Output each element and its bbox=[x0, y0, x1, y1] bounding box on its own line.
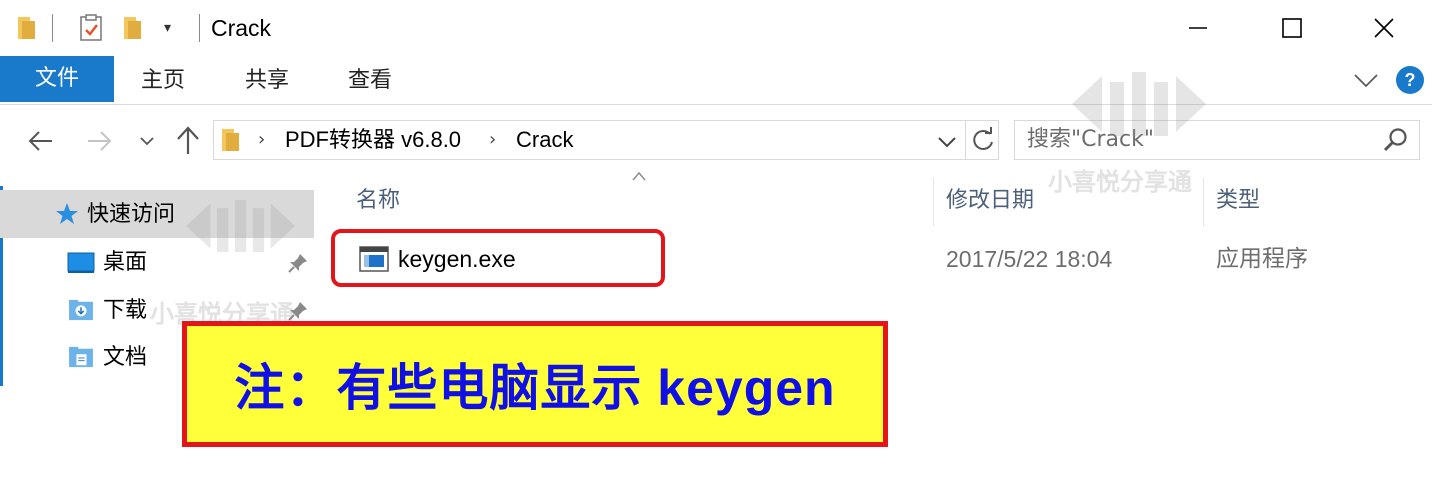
folder-icon bbox=[18, 17, 35, 39]
nav-item-desktop[interactable]: 桌面 bbox=[103, 247, 147, 279]
column-header-modified[interactable]: 修改日期 bbox=[946, 185, 1034, 217]
nav-item-downloads[interactable]: 下载 bbox=[103, 295, 147, 327]
chevron-down-icon[interactable] bbox=[138, 130, 156, 152]
tab-file[interactable]: 文件 bbox=[0, 56, 114, 102]
toolbar-divider bbox=[52, 14, 53, 42]
up-arrow-icon[interactable] bbox=[173, 124, 203, 158]
minimize-icon bbox=[1189, 27, 1207, 29]
tab-share[interactable]: 共享 bbox=[245, 56, 289, 104]
close-button[interactable] bbox=[1360, 6, 1408, 50]
window-title: Crack bbox=[211, 15, 272, 41]
star-icon bbox=[56, 203, 78, 224]
file-type: 应用程序 bbox=[1216, 246, 1308, 272]
forward-arrow-icon[interactable] bbox=[84, 126, 114, 156]
help-button[interactable]: ? bbox=[1396, 66, 1424, 94]
tab-home[interactable]: 主页 bbox=[141, 56, 185, 104]
documents-icon bbox=[69, 346, 93, 368]
column-divider[interactable] bbox=[933, 178, 934, 226]
file-modified-date: 2017/5/22 18:04 bbox=[946, 246, 1113, 272]
nav-item-label[interactable]: 快速访问 bbox=[87, 199, 175, 231]
properties-icon[interactable] bbox=[79, 14, 103, 42]
quick-access-dropdown[interactable]: ▾ bbox=[164, 16, 180, 40]
nav-item-documents[interactable]: 文档 bbox=[103, 342, 147, 374]
desktop-icon bbox=[67, 252, 95, 273]
refresh-button[interactable] bbox=[965, 121, 1000, 159]
breadcrumb-segment[interactable]: Crack bbox=[516, 124, 573, 156]
watermark-text: 小喜悦分享通 bbox=[1048, 168, 1192, 196]
back-arrow-icon[interactable] bbox=[26, 126, 56, 156]
watermark-logo bbox=[186, 200, 295, 252]
minimize-button[interactable] bbox=[1174, 6, 1222, 50]
new-folder-icon[interactable] bbox=[123, 15, 143, 41]
annotation-text: 注：有些电脑显示 keygen bbox=[234, 360, 836, 416]
column-header-type[interactable]: 类型 bbox=[1216, 185, 1260, 217]
column-header-name[interactable]: 名称 bbox=[356, 185, 400, 217]
toolbar-divider bbox=[199, 14, 200, 42]
sort-ascending-icon bbox=[632, 171, 646, 181]
folder-icon bbox=[222, 129, 239, 151]
breadcrumb-segment[interactable]: PDF转换器 v6.8.0 bbox=[285, 124, 461, 156]
maximize-button[interactable] bbox=[1268, 6, 1316, 50]
address-history-dropdown[interactable] bbox=[933, 128, 961, 154]
watermark-logo bbox=[1072, 72, 1206, 136]
close-icon bbox=[1374, 18, 1394, 38]
chevron-down-icon[interactable] bbox=[1352, 66, 1380, 94]
refresh-icon bbox=[973, 127, 993, 150]
tab-view[interactable]: 查看 bbox=[348, 56, 392, 104]
downloads-icon bbox=[69, 299, 93, 321]
search-icon[interactable] bbox=[1382, 126, 1410, 154]
column-divider[interactable] bbox=[1203, 178, 1204, 226]
highlight-box bbox=[331, 229, 665, 287]
annotation-note: 注：有些电脑显示 keygen bbox=[182, 321, 888, 447]
breadcrumb-separator[interactable]: › bbox=[258, 128, 272, 152]
breadcrumb-separator[interactable]: › bbox=[489, 128, 503, 152]
maximize-icon bbox=[1282, 18, 1302, 38]
